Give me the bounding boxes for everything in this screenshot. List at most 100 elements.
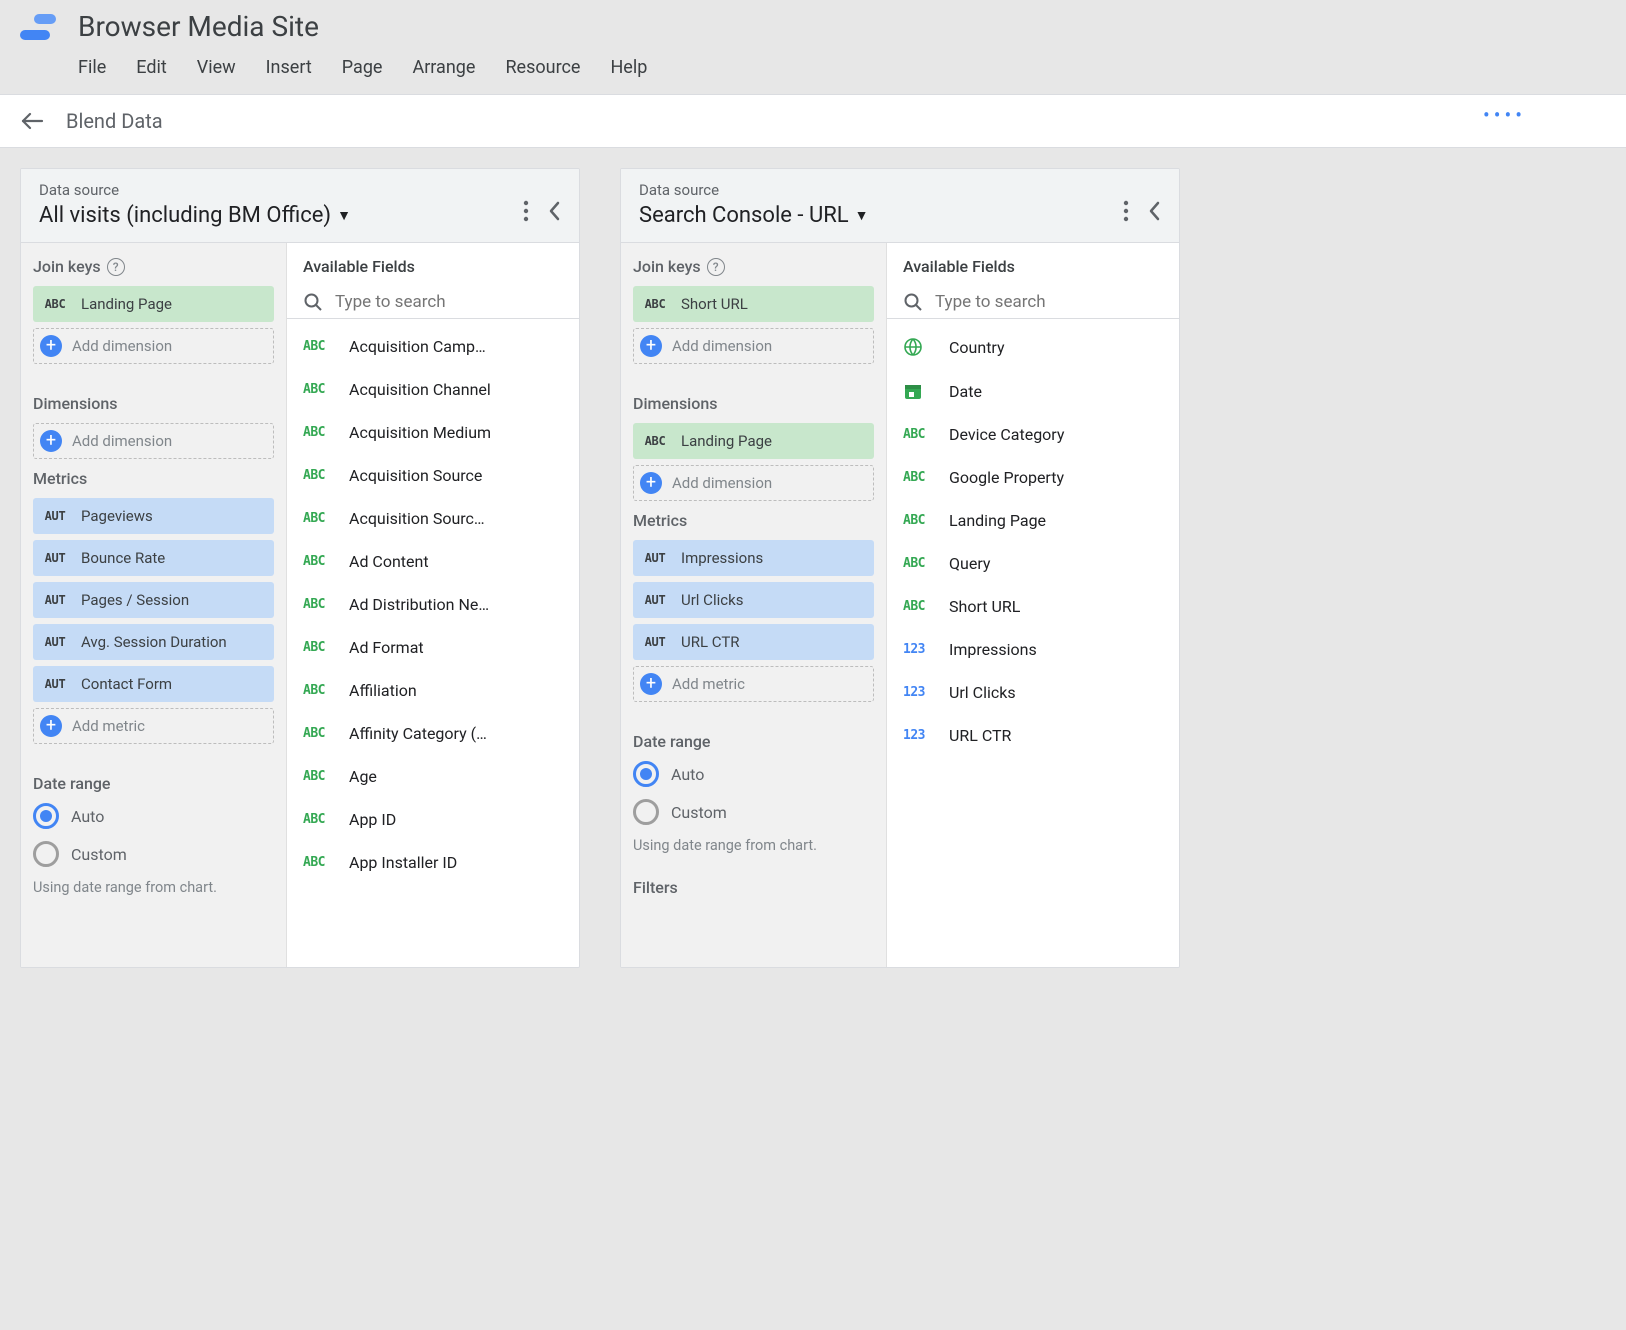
add-dimension-button[interactable]: +Add dimension	[33, 423, 274, 459]
sub-header-title: Blend Data	[66, 109, 163, 133]
available-field[interactable]: ABCAge	[287, 755, 579, 798]
menu-item-arrange[interactable]: Arrange	[412, 57, 475, 78]
date-range-label: Date range	[33, 774, 274, 793]
plus-icon: +	[40, 430, 62, 452]
app-logo-icon	[20, 10, 60, 50]
join-keys-label: Join keys?	[633, 257, 874, 276]
date-range-hint: Using date range from chart.	[33, 879, 274, 896]
source-header: Data source Search Console - URL ▼	[621, 169, 1179, 243]
metric-chip[interactable]: AUTBounce Rate	[33, 540, 274, 576]
menu-item-insert[interactable]: Insert	[266, 57, 312, 78]
available-field[interactable]: ABCDevice Category	[887, 413, 1179, 456]
available-field[interactable]: ABCAcquisition Camp…	[287, 325, 579, 368]
available-field[interactable]: 123Url Clicks	[887, 671, 1179, 714]
add-metric-button[interactable]: +Add metric	[633, 666, 874, 702]
metric-chip[interactable]: AUTUrl Clicks	[633, 582, 874, 618]
available-field[interactable]: ABCAcquisition Channel	[287, 368, 579, 411]
available-field[interactable]: ABCShort URL	[887, 585, 1179, 628]
available-fields-column: Available Fields CountryDateABCDevice Ca…	[887, 243, 1179, 967]
collapse-left-icon[interactable]	[547, 200, 561, 222]
field-search-input[interactable]	[335, 292, 563, 312]
menu-item-edit[interactable]: Edit	[136, 57, 166, 78]
available-field[interactable]: ABCApp ID	[287, 798, 579, 841]
config-column: Join keys? ABCLanding Page +Add dimension D…	[21, 243, 287, 967]
available-field[interactable]: ABCApp Installer ID	[287, 841, 579, 884]
add-join-dimension-button[interactable]: +Add dimension	[633, 328, 874, 364]
date-range-hint: Using date range from chart.	[633, 837, 874, 854]
available-field[interactable]: ABCAcquisition Source	[287, 454, 579, 497]
help-icon[interactable]: ?	[707, 258, 725, 276]
menu-item-file[interactable]: File	[78, 57, 106, 78]
data-source-label: Data source	[39, 181, 523, 199]
available-field[interactable]: ABCAffiliation	[287, 669, 579, 712]
field-search-row	[287, 286, 579, 319]
available-field[interactable]: Country	[887, 325, 1179, 369]
plus-icon: +	[40, 335, 62, 357]
help-icon[interactable]: ?	[107, 258, 125, 276]
available-field[interactable]: ABCGoogle Property	[887, 456, 1179, 499]
dimensions-label: Dimensions	[33, 394, 274, 413]
field-search-row	[887, 286, 1179, 319]
source-panel-1: Data source Search Console - URL ▼ Join …	[620, 168, 1180, 968]
available-field[interactable]: 123Impressions	[887, 628, 1179, 671]
more-menu-icon[interactable]	[523, 200, 529, 222]
dimension-chip[interactable]: ABCLanding Page	[633, 423, 874, 459]
plus-icon: +	[640, 673, 662, 695]
chevron-down-icon: ▼	[855, 207, 869, 224]
menu-bar: File Edit View Insert Page Arrange Resource Hel…	[78, 51, 647, 88]
metric-chip[interactable]: AUTPageviews	[33, 498, 274, 534]
data-source-label: Data source	[639, 181, 1123, 199]
add-dimension-button[interactable]: +Add dimension	[633, 465, 874, 501]
metric-chip[interactable]: AUTContact Form	[33, 666, 274, 702]
blend-workspace: Data source All visits (including BM Off…	[0, 148, 1626, 988]
plus-icon: +	[640, 472, 662, 494]
date-range-auto-radio[interactable]: Auto	[33, 803, 274, 829]
metric-chip[interactable]: AUTImpressions	[633, 540, 874, 576]
available-field[interactable]: ABCAcquisition Medium	[287, 411, 579, 454]
drag-dots-icon[interactable]: ••••	[1483, 103, 1526, 127]
metric-chip[interactable]: AUTURL CTR	[633, 624, 874, 660]
more-menu-icon[interactable]	[1123, 200, 1129, 222]
available-field[interactable]: ABCLanding Page	[887, 499, 1179, 542]
app-header: Browser Media Site File Edit View Insert Pag…	[0, 0, 1626, 94]
chevron-down-icon: ▼	[337, 207, 351, 224]
menu-item-resource[interactable]: Resource	[505, 57, 580, 78]
add-metric-button[interactable]: +Add metric	[33, 708, 274, 744]
available-field[interactable]: 123URL CTR	[887, 714, 1179, 757]
date-range-custom-radio[interactable]: Custom	[33, 841, 274, 867]
available-field[interactable]: ABCQuery	[887, 542, 1179, 585]
metrics-label: Metrics	[633, 511, 874, 530]
collapse-left-icon[interactable]	[1147, 200, 1161, 222]
add-join-dimension-button[interactable]: +Add dimension	[33, 328, 274, 364]
data-source-picker[interactable]: Search Console - URL ▼	[639, 203, 869, 228]
available-field[interactable]: ABCAffinity Category (…	[287, 712, 579, 755]
source-body: Join keys?ABCShort URL+Add dimensionDime…	[621, 243, 1179, 967]
available-field[interactable]: ABCAcquisition Sourc…	[287, 497, 579, 540]
available-fields-title: Available Fields	[287, 257, 579, 286]
data-source-picker[interactable]: All visits (including BM Office) ▼	[39, 203, 351, 228]
join-keys-label: Join keys?	[33, 257, 274, 276]
metric-chip[interactable]: AUTAvg. Session Duration	[33, 624, 274, 660]
config-column: Join keys?ABCShort URL+Add dimensionDime…	[621, 243, 887, 967]
globe-icon	[903, 337, 933, 357]
join-key-chip[interactable]: ABCShort URL	[633, 286, 874, 322]
sub-header-bar: Blend Data ••••	[0, 94, 1626, 148]
available-field[interactable]: ABCAd Format	[287, 626, 579, 669]
source-panel-0: Data source All visits (including BM Off…	[20, 168, 580, 968]
back-arrow-icon[interactable]	[20, 109, 44, 133]
available-field[interactable]: Date	[887, 369, 1179, 413]
menu-item-page[interactable]: Page	[342, 57, 383, 78]
metric-chip[interactable]: AUTPages / Session	[33, 582, 274, 618]
field-search-input[interactable]	[935, 292, 1163, 312]
search-icon	[303, 292, 323, 312]
title-block: Browser Media Site File Edit View Insert Pag…	[78, 10, 647, 88]
date-range-custom-radio[interactable]: Custom	[633, 799, 874, 825]
menu-item-view[interactable]: View	[197, 57, 236, 78]
available-field[interactable]: ABCAd Content	[287, 540, 579, 583]
date-range-auto-radio[interactable]: Auto	[633, 761, 874, 787]
source-body: Join keys? ABCLanding Page +Add dimension D…	[21, 243, 579, 967]
available-field[interactable]: ABCAd Distribution Ne…	[287, 583, 579, 626]
menu-item-help[interactable]: Help	[610, 57, 647, 78]
join-key-chip[interactable]: ABCLanding Page	[33, 286, 274, 322]
doc-title[interactable]: Browser Media Site	[78, 10, 647, 43]
